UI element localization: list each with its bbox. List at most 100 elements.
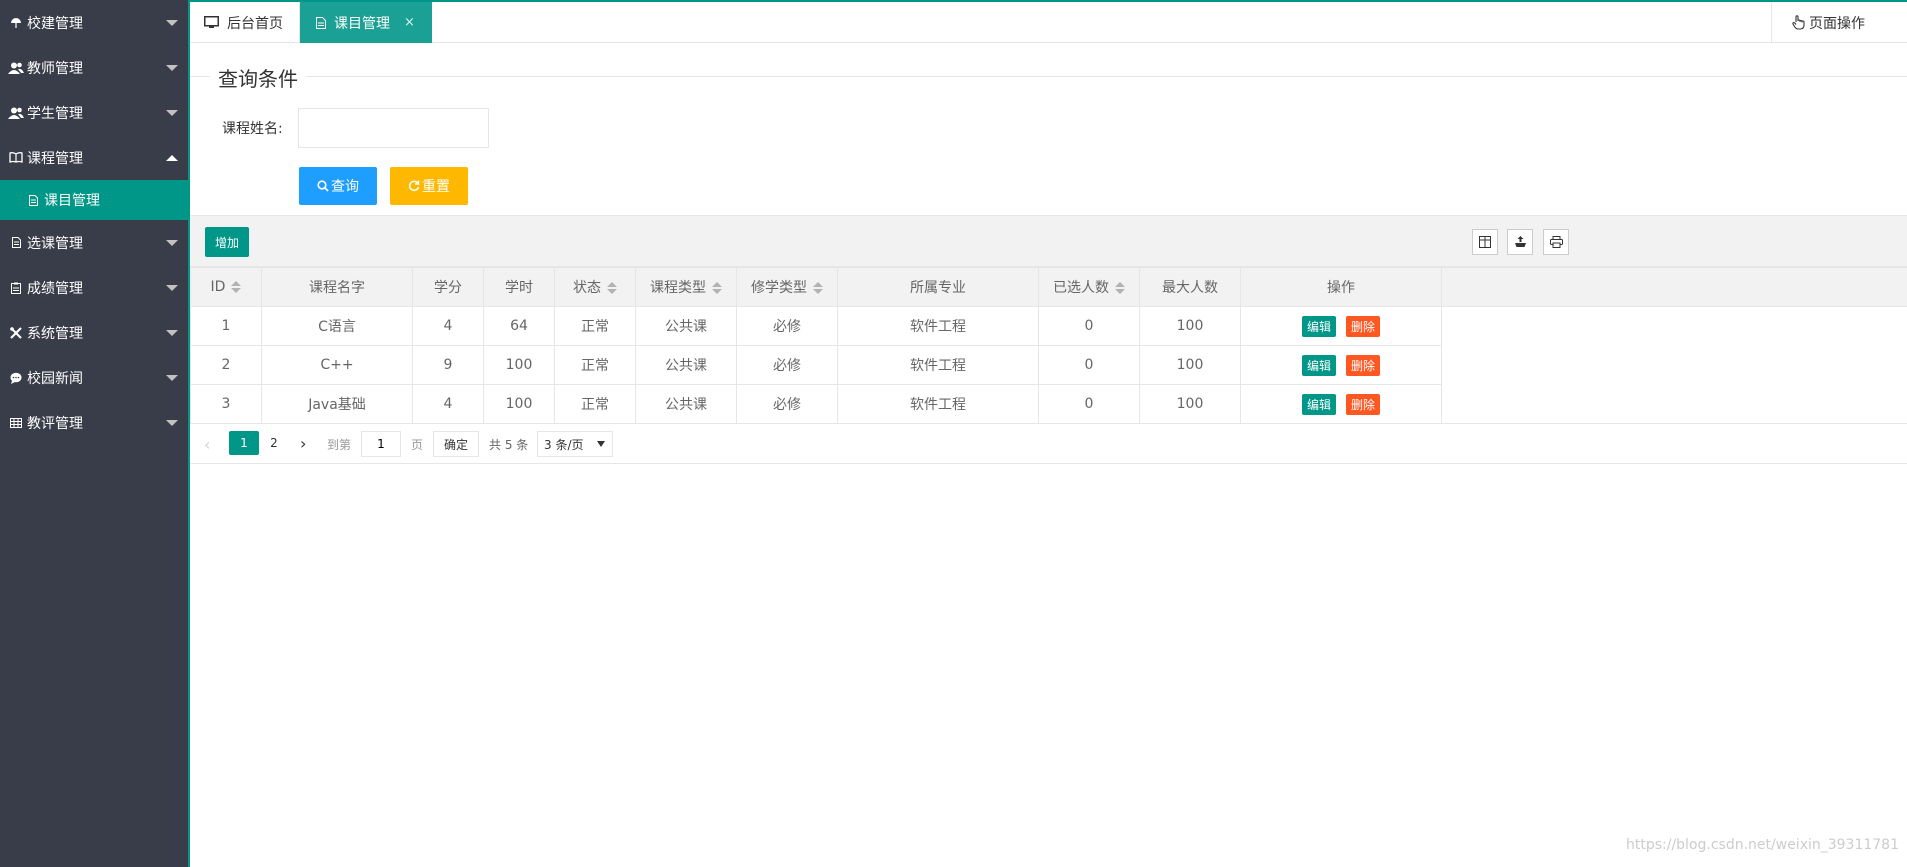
sidebar-item-course-selection[interactable]: 选课管理 <box>0 220 188 265</box>
reset-button[interactable]: 重置 <box>390 167 468 205</box>
sidebar-subitem-subjects[interactable]: 课目管理 <box>0 180 188 220</box>
sidebar-item-grades[interactable]: 成绩管理 <box>0 265 188 310</box>
sidebar-item-system[interactable]: 系统管理 <box>0 310 188 355</box>
page-unit-label: 页 <box>411 438 424 452</box>
sort-icon[interactable] <box>607 281 617 295</box>
tab-bar: 后台首页 课目管理 × 页面操作 <box>190 0 1907 43</box>
delete-button[interactable]: 删除 <box>1346 354 1381 376</box>
print-button[interactable] <box>1543 229 1569 255</box>
export-icon <box>1514 236 1526 247</box>
course-name-input[interactable] <box>298 108 489 148</box>
book-icon <box>8 150 24 166</box>
cell-name: Java基础 <box>261 384 413 424</box>
cell-hours: 100 <box>483 345 555 385</box>
sidebar-item-students[interactable]: 学生管理 <box>0 90 188 135</box>
cell-credit: 9 <box>412 345 484 385</box>
clipboard-icon <box>8 280 24 296</box>
add-button[interactable]: 增加 <box>205 227 249 257</box>
query-button[interactable]: 查询 <box>299 167 377 205</box>
close-icon[interactable]: × <box>404 15 415 30</box>
sidebar-item-news[interactable]: 校园新闻 <box>0 355 188 400</box>
sidebar-item-evaluation[interactable]: 教评管理 <box>0 400 188 445</box>
course-name-label: 课程姓名: <box>222 121 283 137</box>
tab-label: 后台首页 <box>227 15 283 32</box>
page-size-select[interactable]: 3 条/页 <box>537 431 613 457</box>
cell-selected: 0 <box>1038 306 1140 346</box>
cell-credit: 4 <box>412 384 484 424</box>
users-icon <box>8 105 24 121</box>
sort-icon[interactable] <box>813 281 823 295</box>
col-header-selected[interactable]: 已选人数 <box>1038 267 1140 307</box>
cell-name: C++ <box>261 345 413 385</box>
tab-home[interactable]: 后台首页 <box>190 2 300 43</box>
goto-confirm-button[interactable]: 确定 <box>433 431 479 457</box>
page-operations-menu[interactable]: 页面操作 <box>1771 2 1907 43</box>
tab-course-management[interactable]: 课目管理 × <box>300 2 432 43</box>
sidebar-subitem-label: 课目管理 <box>44 193 100 209</box>
refresh-icon <box>408 180 420 192</box>
sidebar-item-courses[interactable]: 课程管理 <box>0 135 188 180</box>
page-2-button[interactable]: 2 <box>259 431 289 455</box>
cell-hours: 100 <box>483 384 555 424</box>
grid-icon <box>8 415 24 431</box>
chevron-down-icon <box>166 109 178 116</box>
hand-pointer-icon <box>1792 15 1805 30</box>
file-icon <box>316 16 326 29</box>
pagination: ‹ 1 2 › 到第 页 确定 共 5 条 3 条/页 <box>190 424 1907 464</box>
sort-icon[interactable] <box>231 280 242 294</box>
col-header-id[interactable]: ID <box>190 267 262 307</box>
goto-page-input[interactable] <box>361 431 401 457</box>
cell-credit: 4 <box>412 306 484 346</box>
sidebar-item-campus[interactable]: 校建管理 <box>0 0 188 45</box>
prev-page-icon[interactable]: ‹ <box>204 435 210 454</box>
sidebar: 校建管理 教师管理 学生管理 课程管理 课目管理 选课管理 成绩管理 系统管理 … <box>0 0 188 867</box>
query-legend-title: 查询条件 <box>210 63 306 92</box>
cell-id: 1 <box>190 306 262 346</box>
cell-actions: 编辑 删除 <box>1240 384 1442 424</box>
chevron-down-icon <box>166 64 178 71</box>
export-button[interactable] <box>1507 229 1533 255</box>
tools-icon <box>8 325 24 341</box>
query-legend-line <box>190 76 1907 77</box>
delete-button[interactable]: 删除 <box>1346 315 1381 337</box>
chevron-down-icon <box>166 19 178 26</box>
col-header-major: 所属专业 <box>837 267 1039 307</box>
col-header-status[interactable]: 状态 <box>554 267 636 307</box>
cell-major: 软件工程 <box>837 306 1039 346</box>
sidebar-item-teachers[interactable]: 教师管理 <box>0 45 188 90</box>
columns-icon <box>1479 236 1491 248</box>
table-header-fill <box>1441 267 1907 307</box>
columns-filter-button[interactable] <box>1472 229 1498 255</box>
col-header-study-type[interactable]: 修学类型 <box>736 267 838 307</box>
cell-max: 100 <box>1139 306 1241 346</box>
watermark: https://blog.csdn.net/weixin_39311781 <box>1625 837 1899 853</box>
umbrella-icon <box>8 15 24 31</box>
course-table: ID 课程名字 学分 学时 状态 课程类型 修学类型 所属专业 已选人数 最大人… <box>190 267 1442 424</box>
cell-study-type: 必修 <box>736 345 838 385</box>
delete-button[interactable]: 删除 <box>1346 393 1381 415</box>
table-header-row: ID 课程名字 学分 学时 状态 课程类型 修学类型 所属专业 已选人数 最大人… <box>190 267 1442 307</box>
cell-major: 软件工程 <box>837 345 1039 385</box>
cell-course-type: 公共课 <box>635 345 737 385</box>
col-header-course-type[interactable]: 课程类型 <box>635 267 737 307</box>
cell-major: 软件工程 <box>837 384 1039 424</box>
dropdown-arrow-icon <box>597 441 605 447</box>
edit-button[interactable]: 编辑 <box>1301 393 1336 415</box>
table-row: 3 Java基础 4 100 正常 公共课 必修 软件工程 0 100 编辑 删除 <box>190 384 1442 424</box>
monitor-icon <box>204 16 219 29</box>
cell-actions: 编辑 删除 <box>1240 345 1442 385</box>
sidebar-item-label: 学生管理 <box>27 105 83 122</box>
sort-icon[interactable] <box>712 281 722 295</box>
page-1-button[interactable]: 1 <box>229 431 259 455</box>
users-icon <box>8 60 24 76</box>
edit-button[interactable]: 编辑 <box>1301 354 1336 376</box>
file-icon <box>8 235 24 251</box>
goto-label: 到第 <box>327 438 352 452</box>
sort-icon[interactable] <box>1115 281 1125 295</box>
chevron-up-icon <box>166 154 178 161</box>
edit-button[interactable]: 编辑 <box>1301 315 1336 337</box>
chevron-down-icon <box>166 284 178 291</box>
next-page-icon[interactable]: › <box>300 434 306 453</box>
query-button-label: 查询 <box>331 179 359 195</box>
sidebar-item-label: 成绩管理 <box>27 280 83 297</box>
